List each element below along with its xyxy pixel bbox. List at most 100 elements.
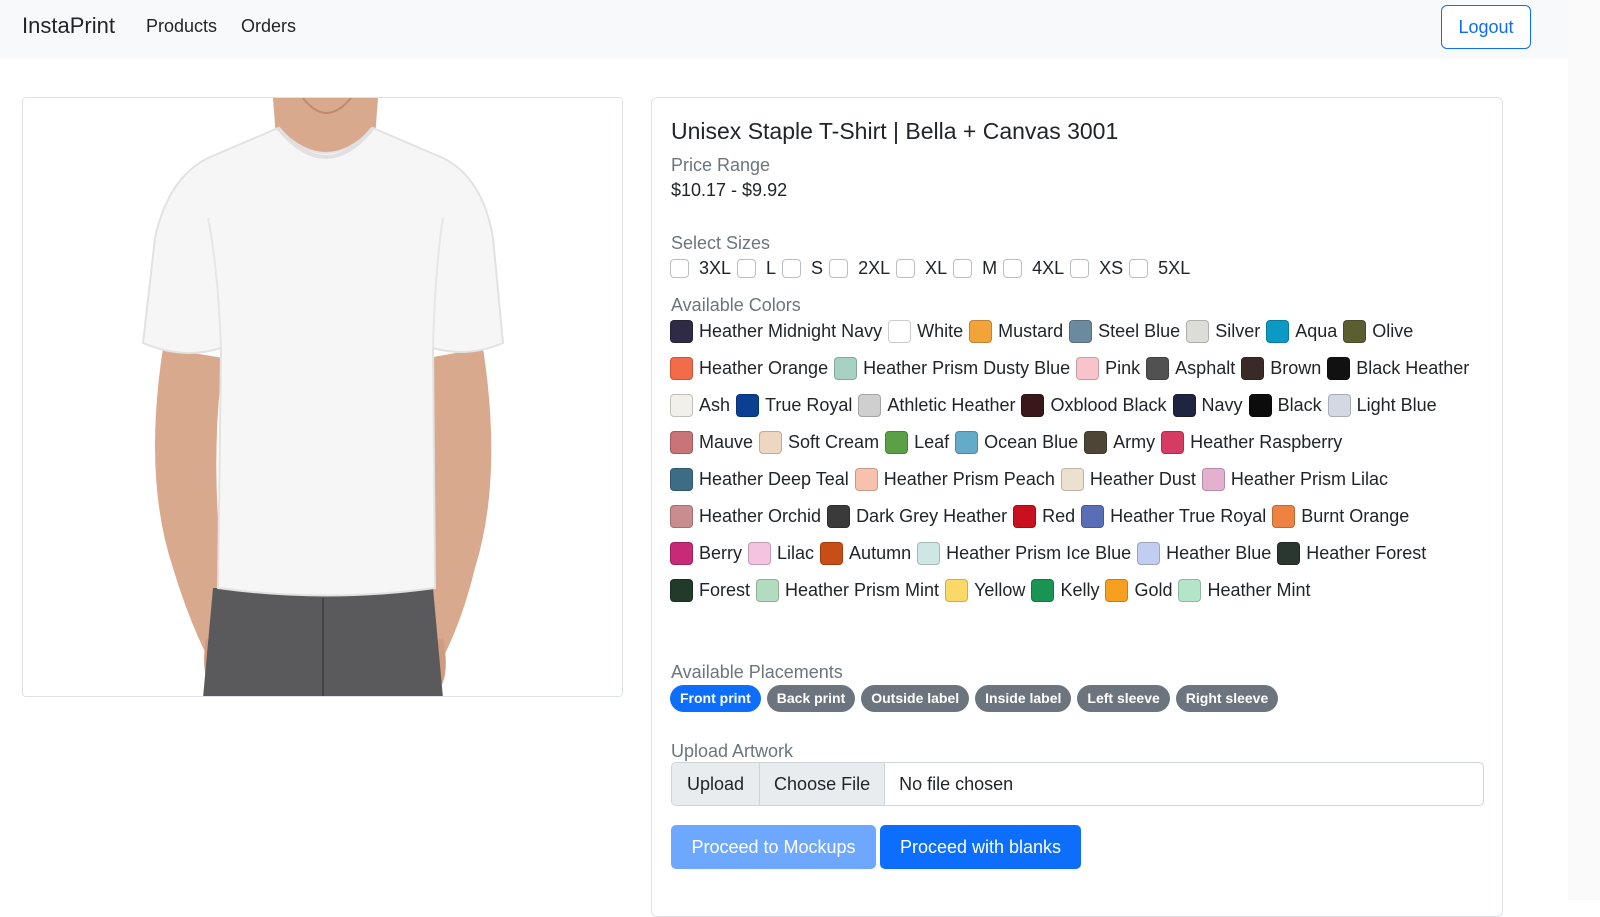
color-option[interactable]: Burnt Orange <box>1272 503 1409 530</box>
color-option[interactable]: Heather Raspberry <box>1161 429 1342 456</box>
color-option[interactable]: Heather Prism Mint <box>756 577 939 604</box>
color-swatch-checkbox[interactable] <box>1186 320 1210 343</box>
color-swatch-checkbox[interactable] <box>1060 468 1084 491</box>
color-swatch-checkbox[interactable] <box>670 579 693 602</box>
color-option[interactable]: Heather Dust <box>1060 466 1196 493</box>
logout-button[interactable]: Logout <box>1441 5 1531 49</box>
color-option[interactable]: True Royal <box>736 392 852 419</box>
color-option[interactable]: Yellow <box>945 577 1025 604</box>
color-option[interactable]: White <box>888 318 963 345</box>
choose-file-button[interactable]: Choose File <box>760 763 886 805</box>
color-swatch-checkbox[interactable] <box>1013 505 1037 528</box>
color-option[interactable]: Asphalt <box>1146 355 1235 382</box>
proceed-with-blanks-button[interactable]: Proceed with blanks <box>880 825 1081 869</box>
color-swatch-checkbox[interactable] <box>969 320 993 343</box>
color-swatch-checkbox[interactable] <box>1146 357 1170 380</box>
color-option[interactable]: Heather Midnight Navy <box>670 318 882 345</box>
color-option[interactable]: Ash <box>670 392 730 419</box>
color-swatch-checkbox[interactable] <box>955 431 979 454</box>
color-swatch-checkbox[interactable] <box>917 542 941 565</box>
color-swatch-checkbox[interactable] <box>1084 431 1108 454</box>
color-swatch-checkbox[interactable] <box>1327 394 1351 417</box>
color-option[interactable]: Lilac <box>748 540 814 567</box>
size-checkbox[interactable] <box>1070 259 1090 278</box>
color-swatch-checkbox[interactable] <box>1248 394 1272 417</box>
size-checkbox[interactable] <box>829 259 849 278</box>
color-option[interactable]: Kelly <box>1031 577 1099 604</box>
color-option[interactable]: Oxblood Black <box>1021 392 1167 419</box>
color-option[interactable]: Silver <box>1186 318 1260 345</box>
color-option[interactable]: Heather Forest <box>1277 540 1426 567</box>
size-checkbox[interactable] <box>1129 259 1149 278</box>
color-swatch-checkbox[interactable] <box>1201 468 1225 491</box>
color-option[interactable]: Light Blue <box>1327 392 1437 419</box>
color-option[interactable]: Gold <box>1105 577 1172 604</box>
placement-pill-front-print[interactable]: Front print <box>670 685 761 712</box>
color-option[interactable]: Heather True Royal <box>1081 503 1266 530</box>
size-option-l[interactable]: L <box>737 258 782 279</box>
color-swatch-checkbox[interactable] <box>854 468 878 491</box>
brand-logo[interactable]: InstaPrint <box>22 13 115 39</box>
nav-link-products[interactable]: Products <box>146 16 217 37</box>
size-checkbox[interactable] <box>737 259 757 278</box>
size-checkbox[interactable] <box>953 259 973 278</box>
color-swatch-checkbox[interactable] <box>888 320 912 343</box>
color-option[interactable]: Heather Mint <box>1178 577 1311 604</box>
color-swatch-checkbox[interactable] <box>1076 357 1100 380</box>
color-swatch-checkbox[interactable] <box>759 431 783 454</box>
size-checkbox[interactable] <box>670 259 689 278</box>
color-swatch-checkbox[interactable] <box>1161 431 1185 454</box>
color-option[interactable]: Heather Orchid <box>670 503 821 530</box>
size-checkbox[interactable] <box>782 259 802 278</box>
color-option[interactable]: Black Heather <box>1327 355 1469 382</box>
color-option[interactable]: Ocean Blue <box>955 429 1078 456</box>
color-swatch-checkbox[interactable] <box>1327 357 1351 380</box>
placement-pill-left-sleeve[interactable]: Left sleeve <box>1077 685 1170 712</box>
color-swatch-checkbox[interactable] <box>820 542 844 565</box>
color-swatch-checkbox[interactable] <box>885 431 909 454</box>
color-swatch-checkbox[interactable] <box>670 505 693 528</box>
color-swatch-checkbox[interactable] <box>1069 320 1093 343</box>
color-option[interactable]: Black <box>1248 392 1322 419</box>
color-swatch-checkbox[interactable] <box>670 542 693 565</box>
size-checkbox[interactable] <box>1003 259 1023 278</box>
color-swatch-checkbox[interactable] <box>1241 357 1265 380</box>
color-option[interactable]: Brown <box>1241 355 1321 382</box>
color-swatch-checkbox[interactable] <box>827 505 851 528</box>
placement-pill-outside-label[interactable]: Outside label <box>861 685 970 712</box>
color-swatch-checkbox[interactable] <box>748 542 772 565</box>
placement-pill-inside-label[interactable]: Inside label <box>975 685 1072 712</box>
color-option[interactable]: Autumn <box>820 540 911 567</box>
color-option[interactable]: Red <box>1013 503 1075 530</box>
color-swatch-checkbox[interactable] <box>1178 579 1202 602</box>
size-option-5xl[interactable]: 5XL <box>1129 258 1196 279</box>
color-option[interactable]: Berry <box>670 540 742 567</box>
size-option-m[interactable]: M <box>953 258 1003 279</box>
color-swatch-checkbox[interactable] <box>1172 394 1196 417</box>
color-option[interactable]: Forest <box>670 577 750 604</box>
size-option-2xl[interactable]: 2XL <box>829 258 896 279</box>
size-option-3xl[interactable]: 3XL <box>670 258 737 279</box>
placement-pill-right-sleeve[interactable]: Right sleeve <box>1175 685 1279 712</box>
size-option-xs[interactable]: XS <box>1070 258 1129 279</box>
placement-pill-back-print[interactable]: Back print <box>766 685 856 712</box>
color-swatch-checkbox[interactable] <box>736 394 760 417</box>
color-swatch-checkbox[interactable] <box>670 468 693 491</box>
color-swatch-checkbox[interactable] <box>1031 579 1055 602</box>
color-option[interactable]: Dark Grey Heather <box>827 503 1007 530</box>
size-checkbox[interactable] <box>896 259 916 278</box>
color-option[interactable]: Soft Cream <box>759 429 879 456</box>
color-option[interactable]: Heather Prism Lilac <box>1201 466 1388 493</box>
color-option[interactable]: Leaf <box>885 429 949 456</box>
size-option-s[interactable]: S <box>782 258 829 279</box>
color-option[interactable]: Athletic Heather <box>858 392 1015 419</box>
color-option[interactable]: Aqua <box>1266 318 1337 345</box>
color-option[interactable]: Mustard <box>969 318 1063 345</box>
color-swatch-checkbox[interactable] <box>858 394 882 417</box>
color-swatch-checkbox[interactable] <box>945 579 969 602</box>
size-option-xl[interactable]: XL <box>896 258 953 279</box>
color-swatch-checkbox[interactable] <box>1081 505 1105 528</box>
color-swatch-checkbox[interactable] <box>756 579 780 602</box>
color-swatch-checkbox[interactable] <box>1266 320 1290 343</box>
page-scrollbar[interactable] <box>1568 0 1600 900</box>
